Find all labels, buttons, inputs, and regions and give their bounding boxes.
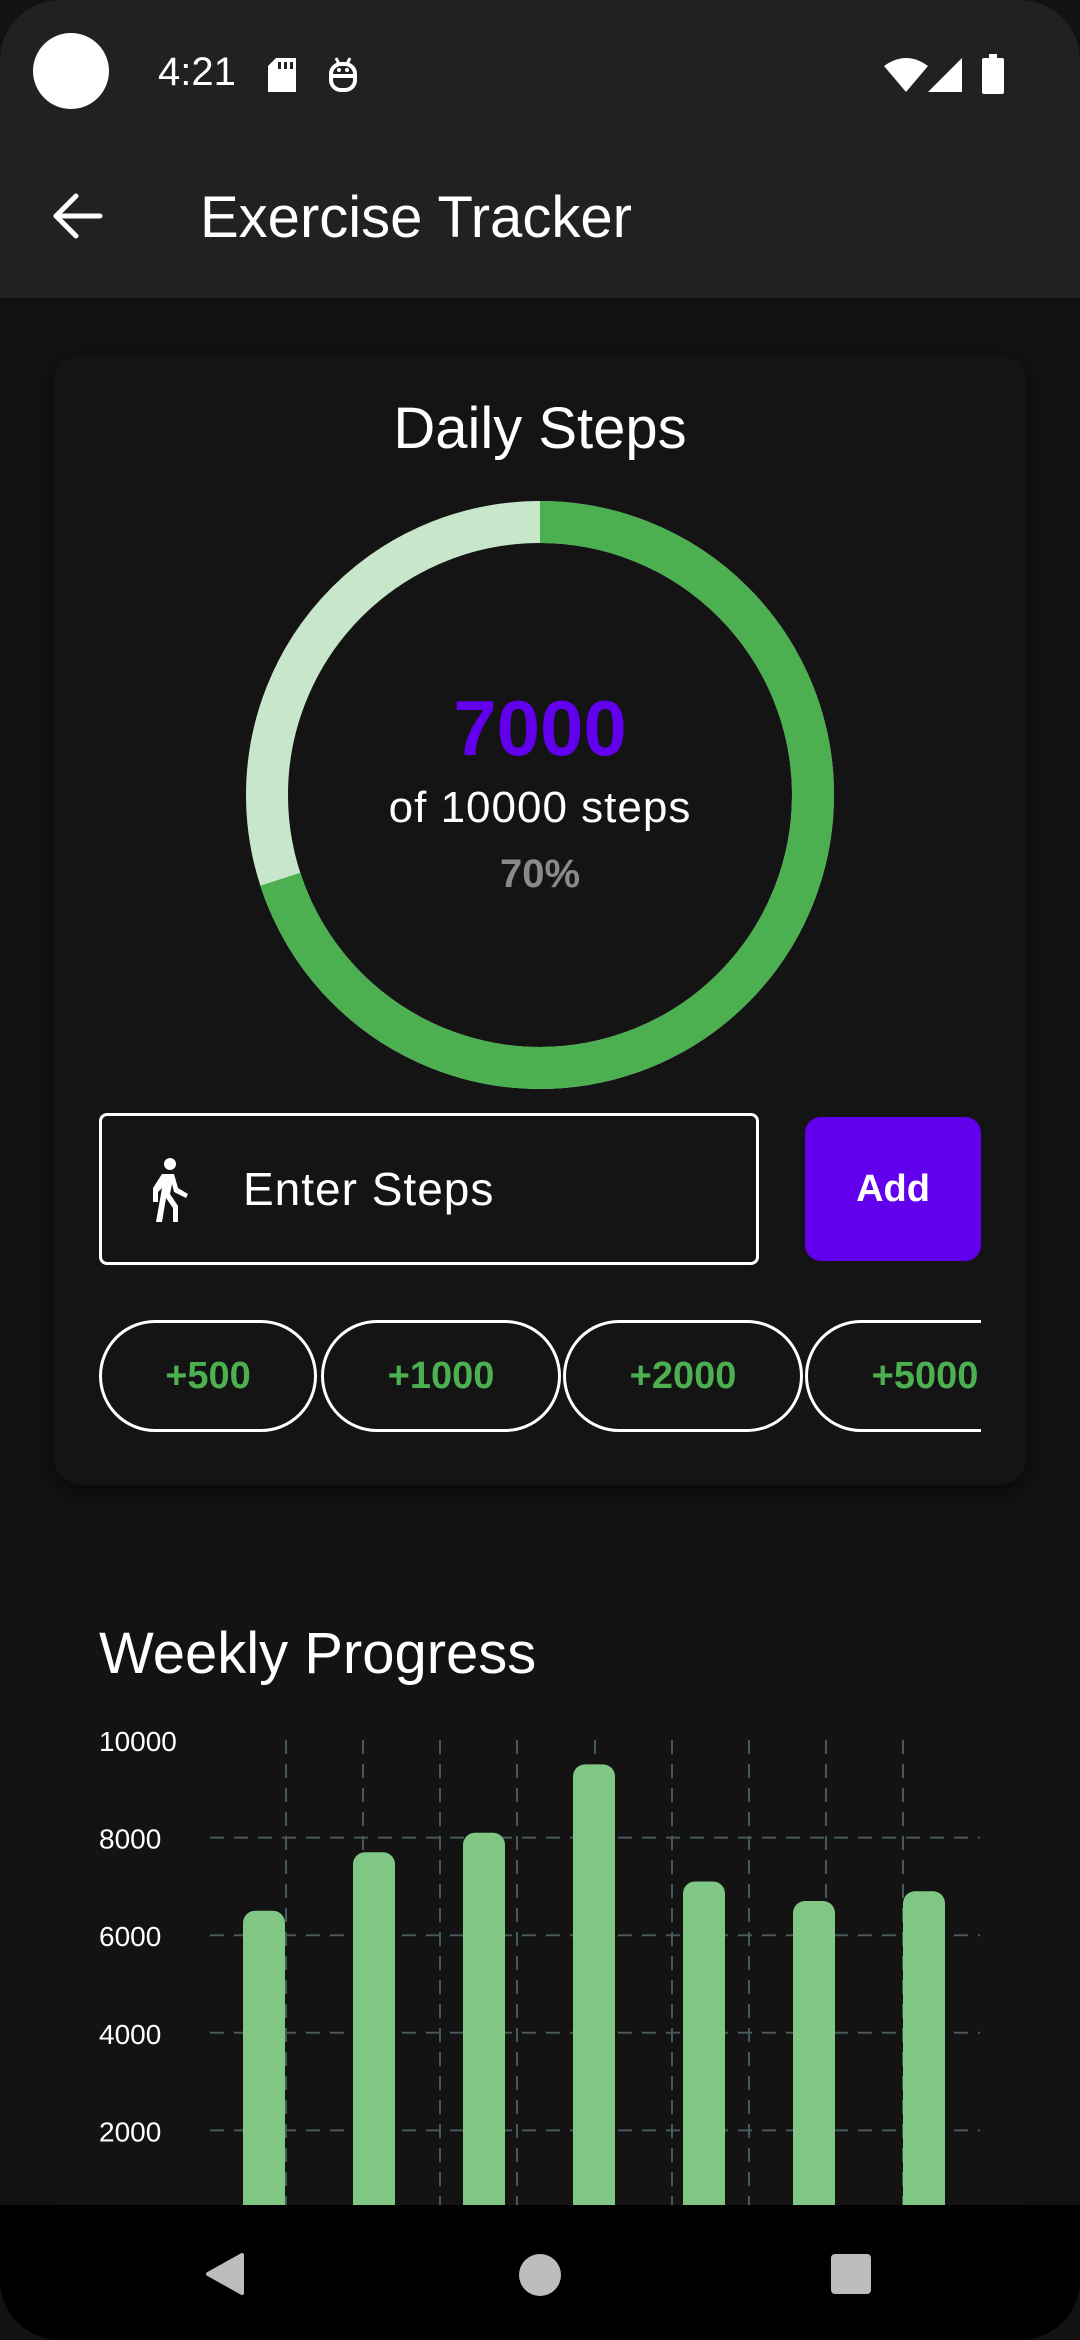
screen: 4:21 Exercise Tracker Daily Steps 7000 o… (0, 0, 1080, 2340)
chart-bar (243, 1910, 285, 2248)
chart-bar (793, 1901, 835, 2248)
y-tick-label: 4000 (99, 2019, 161, 2050)
chart-bar (683, 1881, 725, 2248)
y-tick-label: 10000 (99, 1726, 177, 1757)
navigation-bar (0, 2205, 1080, 2340)
y-tick-label: 8000 (99, 1824, 161, 1855)
chart-bar (903, 1891, 945, 2248)
y-tick-label: 2000 (99, 2116, 161, 2147)
chart-bar (573, 1764, 615, 2248)
chart-bar (463, 1832, 505, 2248)
chart-bar (353, 1852, 395, 2248)
nav-recents-icon[interactable] (830, 2253, 872, 2295)
y-tick-label: 6000 (99, 1921, 161, 1952)
nav-home-icon[interactable] (518, 2253, 562, 2297)
weekly-progress-chart: 10000 8000 6000 4000 2000 (99, 1726, 980, 2248)
nav-back-icon[interactable] (204, 2253, 244, 2295)
